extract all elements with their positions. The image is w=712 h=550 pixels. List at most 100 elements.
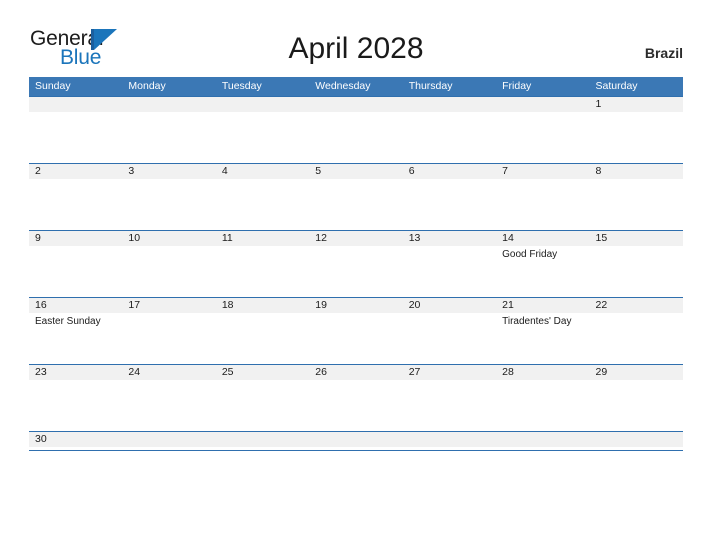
day-event (128, 180, 215, 181)
day-event (222, 247, 309, 248)
day-number: 2 (35, 165, 41, 177)
day-number: 17 (128, 299, 141, 311)
day-cell[interactable] (403, 96, 496, 163)
day-cell[interactable]: 26 (309, 364, 402, 431)
day-cell[interactable] (122, 96, 215, 163)
day-event (35, 381, 122, 382)
day-number: 9 (35, 232, 41, 244)
page-header: General Blue April 2028 Brazil (0, 0, 712, 76)
day-event (315, 247, 402, 248)
day-event (315, 314, 402, 315)
day-event: Tiradentes' Day (502, 316, 572, 327)
day-number: 1 (595, 98, 602, 110)
day-number: 11 (221, 232, 233, 244)
day-cell[interactable]: 28 (496, 364, 589, 431)
day-event (35, 180, 122, 181)
day-cell[interactable]: 4 (216, 163, 309, 230)
weekday-header-sunday: Sunday (35, 80, 71, 92)
day-cell-holiday[interactable]: 14 Good Friday (496, 230, 589, 297)
calendar-grid: Sunday Monday Tuesday Wednesday Thursday… (29, 77, 683, 451)
day-cell-holiday[interactable]: 21 Tiradentes' Day (496, 297, 589, 364)
day-cell[interactable] (216, 96, 309, 163)
calendar-week-row: 16 Easter Sunday 17 18 19 20 21 Tiradentes… (29, 297, 683, 364)
day-event (409, 314, 496, 315)
day-number: 6 (408, 165, 415, 177)
day-cell-holiday[interactable]: 16 Easter Sunday (29, 297, 122, 364)
day-cell[interactable]: 25 (216, 364, 309, 431)
day-event (35, 113, 122, 114)
day-cell[interactable] (309, 431, 402, 450)
day-number: 20 (408, 299, 421, 311)
day-event (128, 247, 215, 248)
day-number: 10 (128, 232, 141, 244)
day-number: 4 (221, 165, 228, 177)
weekday-header-row: Sunday Monday Tuesday Wednesday Thursday… (29, 77, 683, 96)
day-cell[interactable]: 12 (309, 230, 402, 297)
day-cell[interactable] (309, 96, 402, 163)
day-number: 5 (315, 165, 322, 177)
day-event (315, 180, 402, 181)
day-number: 15 (595, 232, 608, 244)
day-event (596, 180, 683, 181)
day-event (128, 381, 215, 382)
day-event (502, 381, 589, 382)
day-number: 22 (595, 299, 608, 311)
day-cell[interactable]: 18 (216, 297, 309, 364)
day-event (128, 113, 215, 114)
weekday-header-tuesday: Tuesday (221, 80, 262, 92)
day-cell[interactable] (403, 431, 496, 450)
day-cell[interactable] (590, 431, 683, 450)
day-cell[interactable]: 13 (403, 230, 496, 297)
day-cell[interactable]: 2 (29, 163, 122, 230)
day-cell[interactable]: 24 (122, 364, 215, 431)
weekday-header-friday: Friday (502, 80, 532, 92)
weekday-header-thursday: Thursday (408, 80, 453, 92)
day-cell[interactable] (122, 431, 215, 450)
day-event (596, 113, 683, 114)
day-number: 23 (35, 366, 47, 378)
day-cell[interactable]: 9 (29, 230, 122, 297)
day-cell[interactable]: 11 (216, 230, 309, 297)
day-number: 12 (315, 232, 327, 244)
weekday-header-monday: Monday (128, 80, 166, 92)
day-event (35, 247, 122, 248)
day-cell[interactable]: 15 (590, 230, 683, 297)
day-cell[interactable]: 5 (309, 163, 402, 230)
day-number: 26 (315, 366, 327, 378)
day-event (596, 448, 683, 449)
day-cell[interactable]: 22 (590, 297, 683, 364)
day-cell[interactable] (496, 431, 589, 450)
day-event (35, 448, 122, 449)
day-cell[interactable]: 23 (29, 364, 122, 431)
day-cell[interactable]: 27 (403, 364, 496, 431)
day-number: 7 (502, 165, 508, 177)
day-cell[interactable] (496, 96, 589, 163)
day-event (128, 448, 215, 449)
calendar-week-row: 1 (29, 96, 683, 163)
day-cell[interactable]: 8 (590, 163, 683, 230)
day-cell[interactable]: 30 (29, 431, 122, 450)
day-cell[interactable]: 17 (122, 297, 215, 364)
calendar-week-row: 2 3 4 5 6 7 8 (29, 163, 683, 230)
day-cell[interactable]: 10 (122, 230, 215, 297)
day-number: 8 (595, 165, 602, 177)
day-number: 28 (502, 366, 514, 378)
day-cell[interactable]: 6 (403, 163, 496, 230)
day-number: 30 (35, 433, 47, 445)
day-cell[interactable]: 29 (590, 364, 683, 431)
day-cell[interactable]: 7 (496, 163, 589, 230)
day-event (409, 381, 496, 382)
day-cell[interactable] (29, 96, 122, 163)
day-cell[interactable]: 19 (309, 297, 402, 364)
day-cell[interactable]: 20 (403, 297, 496, 364)
day-cell[interactable]: 3 (122, 163, 215, 230)
calendar-bottom-rule (29, 450, 683, 451)
day-event (315, 113, 402, 114)
day-cell[interactable]: 1 (590, 96, 683, 163)
day-event (222, 180, 309, 181)
day-event (315, 381, 402, 382)
calendar-week-row: 30 (29, 431, 683, 450)
day-event: Good Friday (502, 249, 558, 260)
day-cell[interactable] (216, 431, 309, 450)
calendar-week-row: 23 24 25 26 27 28 29 (29, 364, 683, 431)
